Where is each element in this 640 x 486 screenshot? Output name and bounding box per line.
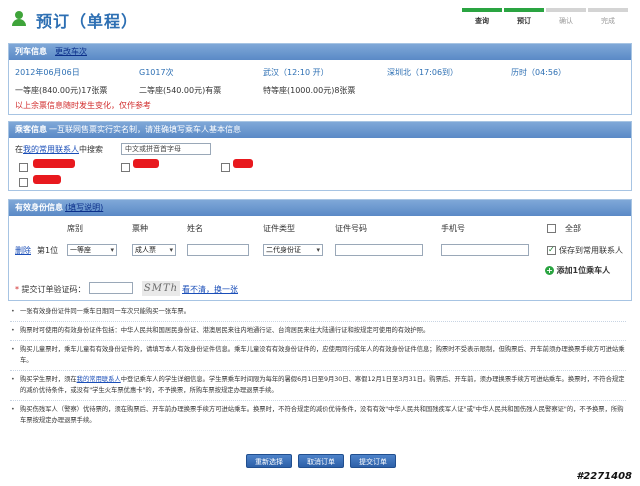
- train-date: 2012年06月06日: [15, 68, 80, 77]
- save-contact-label: 保存到常用联系人: [559, 246, 623, 255]
- seat-first-class: 一等座(840.00元)17张票: [15, 86, 108, 95]
- col-id-number: 证件号码: [335, 224, 367, 233]
- col-phone: 手机号: [441, 224, 465, 233]
- train-number: G1017次: [139, 68, 174, 77]
- page-title: 预订（单程）: [36, 12, 139, 31]
- contacts-link[interactable]: 我的常用联系人: [23, 145, 79, 154]
- contact-search-label: 在我的常用联系人中搜索: [15, 145, 103, 154]
- submit-order-button[interactable]: 提交订单: [350, 454, 396, 468]
- step-book: 预订: [504, 8, 546, 28]
- save-contact-checkbox[interactable]: [547, 245, 556, 255]
- redacted-name: [133, 159, 159, 168]
- select-all-label: 全部: [565, 224, 581, 233]
- availability-note: 以上余票信息随时发生变化，仅作参考: [15, 101, 151, 110]
- contact-search-input[interactable]: 中文或拼音首字母: [121, 143, 211, 155]
- refresh-captcha-link[interactable]: 看不清，换一张: [182, 284, 238, 295]
- change-train-link[interactable]: 更改车次: [55, 47, 87, 56]
- train-info-header: 列车信息 更改车次: [9, 44, 631, 60]
- captcha-input[interactable]: [89, 282, 133, 294]
- train-info-section: 列车信息 更改车次 2012年06月06日 G1017次 武汉（12:10 开） …: [8, 43, 632, 115]
- ticket-type-select[interactable]: 成人票: [132, 244, 176, 256]
- passenger-section: 乘客信息 一互联网售票实行实名制，请准确填写乘车人基本信息 在我的常用联系人中搜索…: [8, 121, 632, 191]
- fill-help-link[interactable]: (填写说明): [65, 203, 103, 212]
- contact-checkbox-2[interactable]: [121, 163, 130, 172]
- captcha-image[interactable]: SMTh: [142, 281, 180, 296]
- note-item: 购买学生票时，须在我的常用联系人中登记乘车人的学生详细信息。学生票乘车时间限为每…: [10, 374, 626, 401]
- redacted-name: [33, 175, 61, 184]
- step-query: 查询: [462, 8, 504, 28]
- seat-premium-class: 特等座(1000.00元)8张票: [263, 86, 356, 95]
- duration-info: 历时（04:56）: [511, 68, 567, 77]
- step-confirm: 确认: [546, 8, 588, 28]
- progress-steps: 查询 预订 确认 完成: [462, 8, 632, 28]
- student-contacts-link[interactable]: 我的常用联系人: [77, 376, 121, 383]
- add-passenger-button[interactable]: + 添加1位乘车人: [545, 265, 610, 276]
- note-item: 购买儿童票时，乘车儿童有有效身份证件的，请填写本人有效身份证件信息。乘车儿童没有…: [10, 344, 626, 371]
- seat-class-select[interactable]: 一等座: [67, 244, 117, 256]
- booking-notes: 一张有效身份证件同一乘车日期同一车次只能购买一张车票。 购票时可使用的有效身份证…: [10, 306, 626, 426]
- contact-checkbox-3[interactable]: [221, 163, 230, 172]
- captcha-label: * 提交订单验证码：: [15, 285, 86, 294]
- watermark: #2271408: [576, 471, 632, 482]
- select-all-checkbox[interactable]: [547, 224, 556, 233]
- id-info-section: 有效身份信息 (填写说明) 席别 票种 姓名 证件类型 证件号码 手机号 全部 删…: [8, 199, 632, 301]
- plus-icon: +: [545, 266, 554, 275]
- delete-passenger-link[interactable]: 删除: [15, 245, 31, 256]
- redacted-name: [233, 159, 253, 168]
- note-item: 购票时可使用的有效身份证件包括：中华人民共和国居民身份证、港澳居民来往内地通行证…: [10, 325, 626, 341]
- id-number-input[interactable]: [335, 244, 423, 256]
- arrival-info: 深圳北（17:06到）: [387, 68, 459, 77]
- col-name: 姓名: [187, 224, 203, 233]
- page-header: 预订（单程） 查询 预订 确认 完成: [0, 0, 640, 36]
- passenger-header: 乘客信息 一互联网售票实行实名制，请准确填写乘车人基本信息: [9, 122, 631, 138]
- note-item: 购买伤残军人（警察）优待票的，须在购票后、开车前办理换票手续方可进站乘车。换票时…: [10, 404, 626, 426]
- col-id-type: 证件类型: [263, 224, 295, 233]
- id-type-select[interactable]: 二代身份证: [263, 244, 323, 256]
- redacted-name: [33, 159, 75, 168]
- user-icon: [12, 11, 26, 26]
- contact-checkbox-1[interactable]: [19, 163, 28, 172]
- passenger-name-input[interactable]: [187, 244, 249, 256]
- departure-info: 武汉（12:10 开）: [263, 68, 329, 77]
- col-seat: 席别: [67, 224, 83, 233]
- id-info-header: 有效身份信息 (填写说明): [9, 200, 631, 216]
- step-complete: 完成: [588, 8, 630, 28]
- passenger-seq: 第1位: [37, 246, 59, 255]
- cancel-order-button[interactable]: 取消订单: [298, 454, 344, 468]
- reselect-button[interactable]: 重新选择: [246, 454, 292, 468]
- col-ticket-type: 票种: [132, 224, 148, 233]
- contact-checkbox-4[interactable]: [19, 178, 28, 187]
- seat-second-class: 二等座(540.00元)有票: [139, 86, 222, 95]
- note-item: 一张有效身份证件同一乘车日期同一车次只能购买一张车票。: [10, 306, 626, 322]
- phone-input[interactable]: [441, 244, 529, 256]
